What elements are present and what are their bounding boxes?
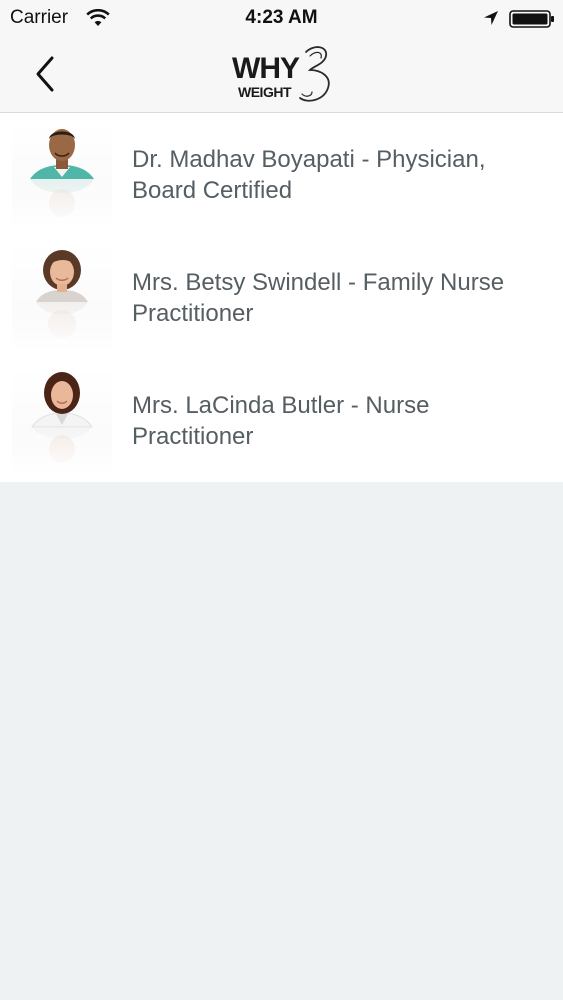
- provider-name: Mrs. Betsy Swindell - Family Nurse Pract…: [132, 268, 505, 327]
- female-practitioner-avatar: [12, 250, 112, 352]
- logo-swirl-icon: [299, 46, 330, 102]
- status-bar: Carrier 4:23 AM: [0, 0, 563, 38]
- male-physician-avatar: [12, 129, 112, 229]
- battery-icon: [509, 10, 554, 28]
- provider-row[interactable]: Mrs. LaCinda Butler - Nurse Practitioner: [0, 359, 563, 482]
- why-weight-logo: WHY WEIGHT: [228, 42, 338, 108]
- provider-name: Dr. Madhav Boyapati - Physician, Board C…: [132, 145, 486, 204]
- chevron-left-icon: [36, 56, 54, 92]
- provider-name: Mrs. LaCinda Butler - Nurse Practitioner: [132, 391, 430, 450]
- provider-photo: [12, 244, 112, 352]
- status-time: 4:23 AM: [245, 7, 318, 28]
- back-button[interactable]: [30, 50, 74, 98]
- provider-photo: [12, 121, 112, 229]
- provider-row[interactable]: Dr. Madhav Boyapati - Physician, Board C…: [0, 113, 563, 236]
- provider-row[interactable]: Mrs. Betsy Swindell - Family Nurse Pract…: [0, 236, 563, 359]
- nav-bar: WHY WEIGHT: [0, 38, 563, 113]
- provider-photo: [12, 367, 112, 475]
- provider-list: Dr. Madhav Boyapati - Physician, Board C…: [0, 113, 563, 482]
- female-practitioner-avatar: [12, 372, 112, 475]
- location-arrow-icon: [484, 11, 498, 25]
